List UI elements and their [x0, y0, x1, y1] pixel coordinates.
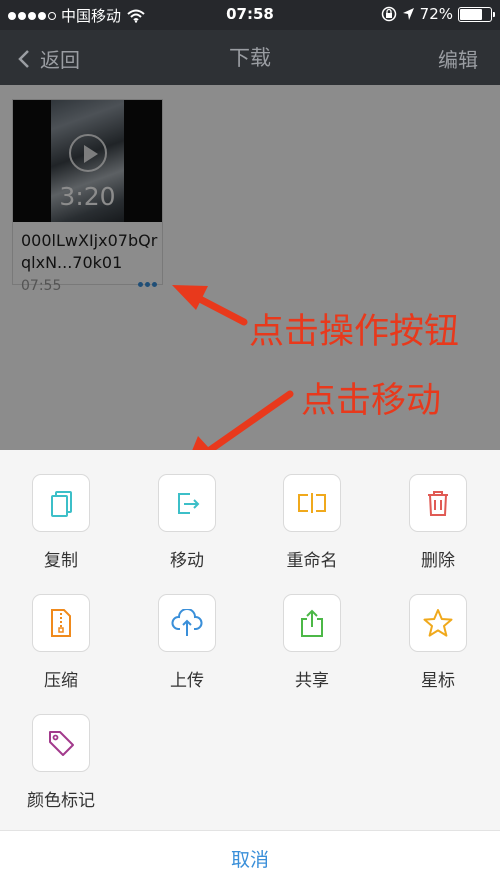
action-label: 共享: [295, 671, 329, 691]
color-tag-icon: [49, 731, 74, 756]
action-label: 复制: [44, 551, 78, 571]
action-label: 颜色标记: [27, 791, 95, 811]
action-share[interactable]: 共享: [252, 594, 372, 691]
move-icon: [178, 493, 200, 514]
more-dot-icon: [145, 282, 150, 287]
action-icon-box: [32, 594, 90, 652]
page-title: 下载: [229, 46, 271, 70]
action-icon-box: [409, 594, 467, 652]
status-bar: 中国移动 07:58 72%: [0, 0, 500, 30]
action-label: 上传: [170, 671, 204, 691]
annotation-tap-move: 点击移动: [301, 381, 442, 421]
video-name: 000lLwXIjx07bQrqlxN...70k01: [21, 231, 158, 272]
nav-bar: 返回 下载 编辑: [0, 30, 500, 85]
play-icon: [69, 134, 107, 172]
video-duration: 3:20: [59, 182, 116, 211]
star-icon: [423, 609, 453, 637]
battery-icon: [458, 6, 495, 22]
action-label: 压缩: [44, 671, 78, 691]
action-color-tag[interactable]: 颜色标记: [1, 714, 121, 811]
action-icon-box: [409, 474, 467, 532]
action-icon-box: [32, 714, 90, 772]
action-copy[interactable]: 复制: [1, 474, 121, 571]
action-label: 删除: [421, 551, 455, 571]
action-delete[interactable]: 删除: [378, 474, 498, 571]
rename-icon: [298, 493, 326, 513]
copy-icon: [51, 491, 72, 517]
video-time: 07:55: [21, 278, 62, 294]
action-icon-box: [283, 474, 341, 532]
action-rename[interactable]: 重命名: [252, 474, 372, 571]
status-right: 72%: [381, 5, 495, 23]
action-icon-box: [158, 474, 216, 532]
action-compress[interactable]: 压缩: [1, 594, 121, 691]
annotation-tap-more: 点击操作按钮: [249, 312, 460, 352]
action-move[interactable]: 移动: [127, 474, 247, 571]
more-dot-icon: [138, 282, 143, 287]
action-label: 重命名: [286, 551, 338, 571]
action-icon-box: [32, 474, 90, 532]
edit-button[interactable]: 编辑: [438, 44, 478, 73]
action-icon-box: [158, 594, 216, 652]
share-icon: [301, 609, 323, 637]
battery-fill: [460, 8, 482, 20]
video-thumbnail: 3:20: [13, 100, 162, 222]
more-dot-icon: [152, 282, 157, 287]
action-label: 移动: [170, 551, 204, 571]
more-button[interactable]: [136, 278, 159, 291]
cancel-button[interactable]: 取消: [0, 830, 500, 889]
location-arrow-icon: [402, 8, 414, 20]
video-item[interactable]: 3:20 000lLwXIjx07bQrqlxN...70k01 07:55: [12, 99, 163, 294]
rotation-lock-icon: [381, 6, 396, 22]
battery-percent: 72%: [419, 5, 453, 23]
action-icon-box: [283, 594, 341, 652]
upload-icon: [171, 609, 203, 636]
compress-icon: [51, 609, 71, 637]
action-label: 星标: [421, 671, 455, 691]
action-sheet: 复制 移动 重命名 删除 压缩 上传 共享 星标 颜色标记 取消: [0, 450, 500, 889]
action-star[interactable]: 星标: [378, 594, 498, 691]
action-upload[interactable]: 上传: [127, 594, 247, 691]
delete-icon: [428, 491, 448, 516]
